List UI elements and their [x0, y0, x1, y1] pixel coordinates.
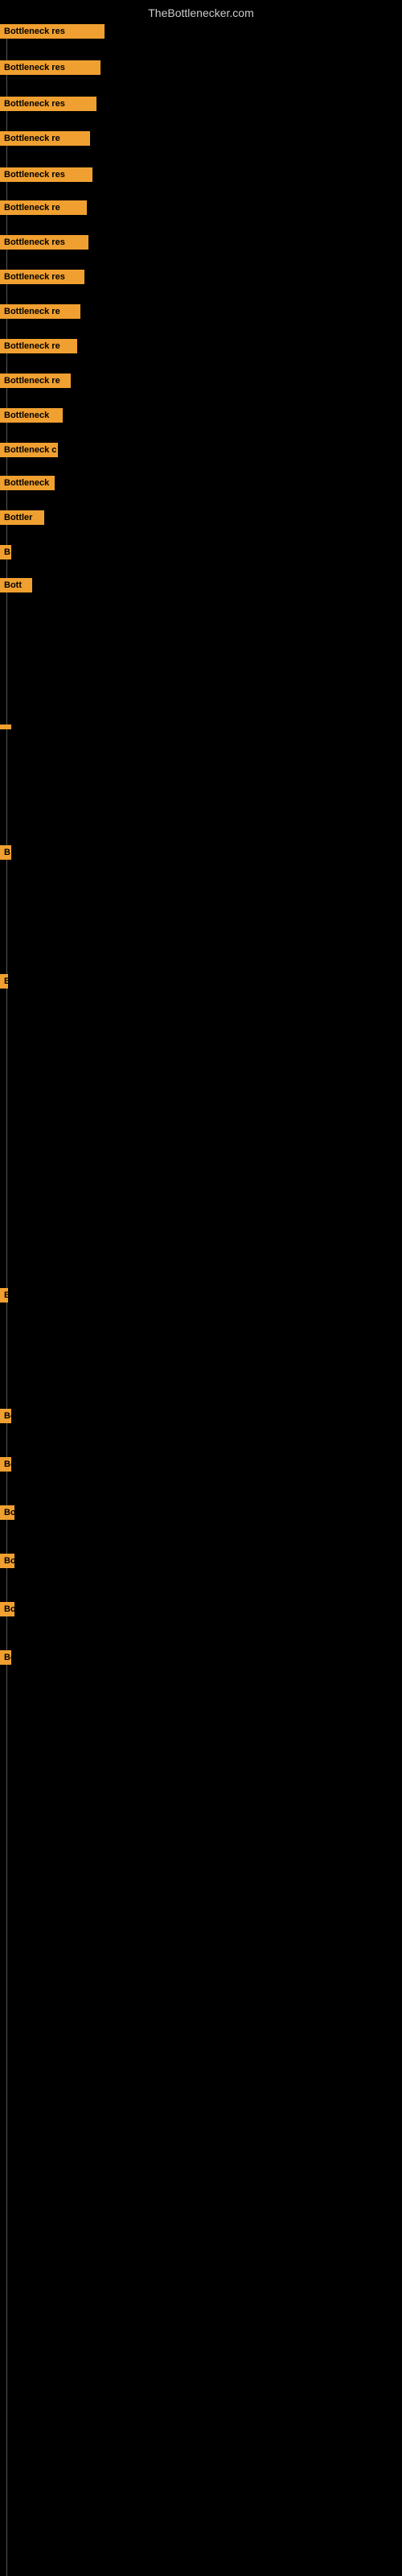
bar-item	[0, 724, 11, 729]
bar-item: Bottleneck res	[0, 60, 100, 75]
bar-item: Bottleneck	[0, 408, 63, 423]
bar-label: Bottleneck c	[0, 443, 58, 457]
bar-label: B	[0, 1288, 8, 1302]
site-title: TheBottlenecker.com	[0, 0, 402, 23]
bar-label: Bottleneck res	[0, 97, 96, 111]
bar-label: Bo	[0, 1650, 11, 1665]
bar-label: B	[0, 845, 11, 860]
bar-item: Bott	[0, 1554, 14, 1568]
bar-item: Bottleneck re	[0, 131, 90, 146]
bar-label: B	[0, 545, 11, 559]
bar-label: Bottleneck res	[0, 167, 92, 182]
bar-item: Bottleneck res	[0, 270, 84, 284]
bar-label: Bottleneck re	[0, 200, 87, 215]
bar-item: Bo	[0, 1457, 11, 1472]
bar-label: Bot	[0, 1505, 14, 1520]
bar-label: Bottleneck res	[0, 60, 100, 75]
bar-label: Bo	[0, 1409, 11, 1423]
bar-item: Bottleneck res	[0, 97, 96, 111]
bar-item: B	[0, 974, 8, 989]
bar-item: Bott	[0, 578, 32, 592]
bar-label: Bottleneck res	[0, 270, 84, 284]
bar-item: B	[0, 545, 11, 559]
bar-item: Bott	[0, 1602, 14, 1616]
bar-item: Bottler	[0, 510, 44, 525]
bar-item: Bottleneck re	[0, 339, 77, 353]
bar-label: Bo	[0, 1457, 11, 1472]
bar-label: Bottler	[0, 510, 44, 525]
bar-label: Bottleneck re	[0, 339, 77, 353]
bar-item: B	[0, 845, 11, 860]
bar-label: Bottleneck re	[0, 374, 71, 388]
bar-item: Bottleneck re	[0, 374, 71, 388]
bar-label	[0, 724, 11, 729]
bar-item: Bottleneck res	[0, 167, 92, 182]
bar-item: B	[0, 1288, 8, 1302]
bar-item: Bottleneck res	[0, 235, 88, 250]
bar-item: Bo	[0, 1650, 11, 1665]
bar-item: Bottleneck	[0, 476, 55, 490]
bar-item: Bottleneck re	[0, 200, 87, 215]
bar-label: Bottleneck	[0, 408, 63, 423]
bar-label: Bottleneck re	[0, 131, 90, 146]
bar-item: Bottleneck res	[0, 24, 105, 39]
bar-label: Bott	[0, 1554, 14, 1568]
bar-label: Bottleneck res	[0, 24, 105, 39]
bar-label: Bottleneck re	[0, 304, 80, 319]
bar-label: Bottleneck res	[0, 235, 88, 250]
bar-item: Bot	[0, 1505, 14, 1520]
bar-item: Bottleneck c	[0, 443, 58, 457]
bar-label: Bottleneck	[0, 476, 55, 490]
bar-label: Bott	[0, 578, 32, 592]
bar-item: Bo	[0, 1409, 11, 1423]
bar-label: B	[0, 974, 8, 989]
bar-item: Bottleneck re	[0, 304, 80, 319]
bar-label: Bott	[0, 1602, 14, 1616]
